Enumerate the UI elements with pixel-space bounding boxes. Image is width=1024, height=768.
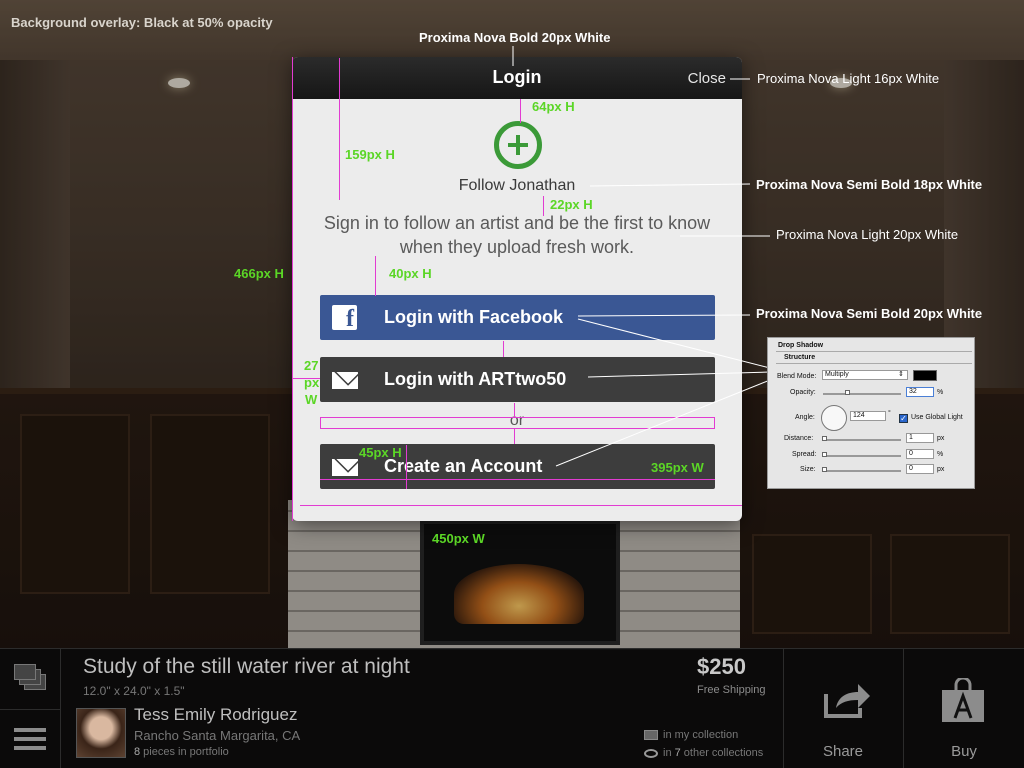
hamburger-menu-icon[interactable] xyxy=(14,728,46,750)
ps-angle-unit: ° xyxy=(888,410,891,417)
ps-size-knob[interactable] xyxy=(822,467,827,472)
ps-distance-knob[interactable] xyxy=(822,436,827,441)
artwork-dimensions: 12.0" x 24.0" x 1.5" xyxy=(83,684,185,698)
menu-bar xyxy=(14,728,46,732)
ps-angle-dial[interactable] xyxy=(821,405,847,431)
ps-global-light-checkbox[interactable]: ✓ xyxy=(899,414,908,423)
other-prefix: in xyxy=(663,747,675,759)
ps-distance-input[interactable]: 1 xyxy=(906,433,934,443)
ps-spread-input[interactable]: 0 xyxy=(906,449,934,459)
ps-distance-slider[interactable] xyxy=(823,439,901,441)
shipping-note: Free Shipping xyxy=(697,684,766,696)
drop-shadow-panel: Drop Shadow Structure Blend Mode: Multip… xyxy=(767,337,975,489)
other-suffix: other collections xyxy=(680,747,764,759)
share-label[interactable]: Share xyxy=(784,743,902,760)
eye-icon xyxy=(644,748,658,758)
callout-line xyxy=(577,318,771,369)
ps-blend-select[interactable]: Multiply ⇕ xyxy=(822,370,908,380)
callout-line xyxy=(589,183,751,187)
portfolio-suffix: pieces in portfolio xyxy=(140,746,229,758)
ps-opacity-unit: % xyxy=(937,389,944,396)
ps-title: Drop Shadow xyxy=(778,342,824,349)
shopping-bag-icon[interactable] xyxy=(940,678,986,724)
my-collection-label: in my collection xyxy=(663,729,739,741)
bar-divider xyxy=(60,649,61,768)
ps-spread-unit: % xyxy=(937,451,944,458)
ps-opacity-slider[interactable] xyxy=(823,393,901,395)
ps-size-slider[interactable] xyxy=(823,470,901,472)
buy-label[interactable]: Buy xyxy=(904,743,1024,760)
ps-opacity-knob[interactable] xyxy=(845,390,850,395)
ps-color-swatch[interactable] xyxy=(913,370,937,381)
portfolio-count: 8 pieces in portfolio xyxy=(134,746,229,758)
bar-divider xyxy=(0,709,60,710)
ps-section: Structure xyxy=(784,354,816,361)
ps-spread-slider[interactable] xyxy=(823,455,901,457)
ps-distance-label: Distance: xyxy=(784,435,814,442)
collection-icon xyxy=(644,730,658,741)
ps-dropdown-icon: ⇕ xyxy=(898,371,904,378)
ps-angle-input[interactable]: 124 xyxy=(850,411,886,421)
menu-bar xyxy=(14,746,46,750)
ps-size-input[interactable]: 0 xyxy=(906,464,934,474)
artwork-price: $250 xyxy=(697,654,746,679)
ps-size-unit: px xyxy=(937,466,945,473)
artist-name[interactable]: Tess Emily Rodriguez xyxy=(134,705,297,725)
ps-global-light-label: Use Global Light xyxy=(911,414,963,421)
ps-size-label: Size: xyxy=(800,466,816,473)
ps-opacity-input[interactable]: 32 xyxy=(906,387,934,397)
ps-distance-unit: px xyxy=(937,435,945,442)
other-collections-row[interactable]: in 7 other collections xyxy=(644,747,763,759)
stack-layer xyxy=(14,664,36,680)
ps-blend-label: Blend Mode: xyxy=(777,373,817,380)
ps-opacity-label: Opacity: xyxy=(790,389,816,396)
callout-line xyxy=(587,371,771,378)
ps-divider xyxy=(776,351,972,352)
artist-avatar[interactable] xyxy=(76,708,126,758)
gallery-stack-icon[interactable] xyxy=(14,662,48,692)
ps-spread-label: Spread: xyxy=(792,451,817,458)
share-icon[interactable] xyxy=(822,680,872,720)
menu-bar xyxy=(14,737,46,741)
artist-location: Rancho Santa Margarita, CA xyxy=(134,728,301,743)
callout-line xyxy=(577,314,751,317)
artwork-title[interactable]: Study of the still water river at night xyxy=(83,655,410,679)
ps-blend-value: Multiply xyxy=(825,371,849,378)
ps-spread-knob[interactable] xyxy=(822,452,827,457)
ps-divider xyxy=(776,363,972,364)
my-collection-row[interactable]: in my collection xyxy=(644,729,738,741)
ps-angle-label: Angle: xyxy=(795,414,815,421)
callout-line xyxy=(555,377,776,467)
